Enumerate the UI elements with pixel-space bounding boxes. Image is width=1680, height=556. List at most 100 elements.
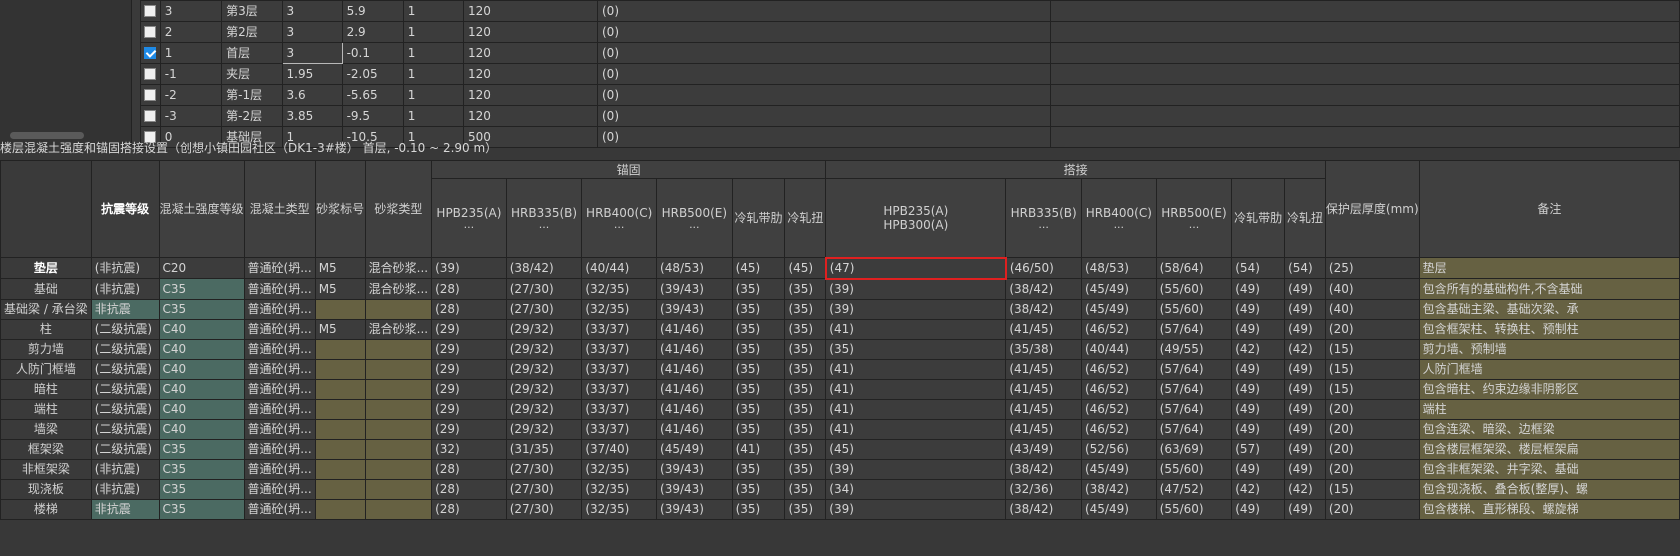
cell-grade[interactable]: C35	[158, 298, 245, 320]
cell-ctype[interactable]: 普通砼(坍...	[243, 358, 316, 380]
cell-a5[interactable]: (35)	[731, 358, 786, 380]
cell-remark[interactable]: 人防门框墙	[1418, 358, 1680, 380]
cell-l6[interactable]: (49)	[1284, 458, 1326, 480]
cell-cover[interactable]: (15)	[1324, 378, 1420, 400]
cell-a6[interactable]: (35)	[784, 298, 827, 320]
cell-a6[interactable]: (35)	[784, 278, 827, 300]
cell-a5[interactable]: (35)	[731, 298, 786, 320]
cell-mtype[interactable]	[364, 358, 433, 380]
cell-remark[interactable]: 包含非框架梁、井字梁、基础	[1418, 458, 1680, 480]
cell-a4[interactable]: (41/46)	[656, 318, 733, 340]
floor-checkbox[interactable]	[144, 89, 157, 101]
cell-l6[interactable]: (49)	[1284, 418, 1326, 440]
cell-a1[interactable]: (29)	[431, 378, 507, 400]
cell-l5[interactable]: (49)	[1231, 278, 1286, 300]
settings-row[interactable]: 现浇板 (非抗震) C35 普通砼(坍... (28) (27/30) (32/35) (39…	[0, 478, 1680, 500]
cell-l3[interactable]: (45/49)	[1080, 278, 1157, 300]
cell-a5[interactable]: (35)	[731, 318, 786, 340]
floor-cell-slab[interactable]: 120	[463, 105, 598, 127]
cell-l3[interactable]: (46/52)	[1080, 398, 1157, 420]
cell-mtype[interactable]: 混合砂浆...	[364, 318, 433, 340]
cell-grade[interactable]: C40	[158, 358, 245, 380]
cell-l4[interactable]: (55/60)	[1155, 278, 1233, 300]
settings-row[interactable]: 垫层 (非抗震) C20 普通砼(坍... M5 混合砂浆... (39) (38/42) (4…	[0, 256, 1680, 280]
cell-remark[interactable]: 包含暗柱、约束边缘非阴影区	[1418, 378, 1680, 400]
col-anchor-hpb235[interactable]: HPB235(A)...	[431, 178, 507, 258]
settings-row[interactable]: 基础梁 / 承台梁 非抗震 C35 普通砼(坍... (28) (27/30) (32/35…	[0, 298, 1680, 320]
cell-l1[interactable]: (39)	[825, 278, 1007, 300]
cell-a1[interactable]: (28)	[431, 278, 507, 300]
cell-remark[interactable]: 包含现浇板、叠合板(整厚)、螺	[1418, 478, 1680, 500]
cell-a3[interactable]: (40/44)	[581, 257, 658, 279]
cell-cover[interactable]: (20)	[1324, 458, 1420, 480]
floor-cell-name[interactable]: 第2层	[221, 21, 283, 43]
cell-l6[interactable]: (49)	[1284, 358, 1326, 380]
cell-mgrade[interactable]	[314, 398, 366, 420]
cell-a3[interactable]: (32/35)	[581, 458, 658, 480]
horizontal-scrollbar[interactable]	[10, 132, 84, 139]
cell-l2[interactable]: (38/42)	[1005, 498, 1082, 520]
cell-l5[interactable]: (49)	[1231, 318, 1286, 340]
floor-cell-code[interactable]: -3	[159, 105, 223, 127]
cell-mtype[interactable]: 混合砂浆...	[364, 257, 433, 279]
cell-l6[interactable]: (54)	[1284, 257, 1326, 279]
floor-cell-count[interactable]: 1	[402, 21, 465, 43]
floor-select-cell[interactable]	[140, 63, 161, 85]
cell-a3[interactable]: (37/40)	[581, 438, 658, 460]
cell-l5[interactable]: (49)	[1231, 378, 1286, 400]
floor-cell-slab[interactable]: 120	[463, 42, 598, 64]
cell-mgrade[interactable]	[314, 498, 366, 520]
cell-a5[interactable]: (35)	[731, 478, 786, 500]
cell-l3[interactable]: (45/49)	[1080, 458, 1157, 480]
cell-a1[interactable]: (28)	[431, 498, 507, 520]
cell-ctype[interactable]: 普通砼(坍...	[243, 318, 316, 340]
cell-a2[interactable]: (31/35)	[505, 438, 583, 460]
cell-mgrade[interactable]	[314, 458, 366, 480]
floor-cell-extra[interactable]: (0)	[596, 63, 1052, 85]
cell-a6[interactable]: (35)	[784, 338, 827, 360]
cell-l1[interactable]: (41)	[825, 378, 1007, 400]
cell-mgrade[interactable]	[314, 438, 366, 460]
cell-seismic[interactable]: (二级抗震)	[90, 318, 160, 340]
settings-row[interactable]: 基础 (非抗震) C35 普通砼(坍... M5 混合砂浆... (28) (27/30) (3…	[0, 278, 1680, 300]
cell-mgrade[interactable]: M5	[314, 278, 366, 300]
cell-a2[interactable]: (27/30)	[505, 478, 583, 500]
settings-row[interactable]: 柱 (二级抗震) C40 普通砼(坍... M5 混合砂浆... (29) (29/32) (3…	[0, 318, 1680, 340]
cell-ctype[interactable]: 普通砼(坍...	[243, 478, 316, 500]
cell-l4[interactable]: (57/64)	[1155, 358, 1233, 380]
cell-l1[interactable]: (35)	[825, 338, 1007, 360]
cell-l2[interactable]: (43/49)	[1005, 438, 1082, 460]
cell-cover[interactable]: (15)	[1324, 358, 1420, 380]
floor-cell-name[interactable]: 首层	[221, 42, 283, 64]
floor-cell-count[interactable]: 1	[402, 63, 465, 85]
cell-seismic[interactable]: (非抗震)	[90, 278, 160, 300]
cell-l4[interactable]: (49/55)	[1155, 338, 1233, 360]
cell-a3[interactable]: (33/37)	[581, 398, 658, 420]
floor-cell-height[interactable]: 3	[281, 21, 343, 43]
floor-cell-elevation[interactable]: 5.9	[341, 0, 404, 22]
floor-cell-height[interactable]: 3	[281, 42, 343, 64]
cell-a3[interactable]: (32/35)	[581, 278, 658, 300]
cell-l6[interactable]: (49)	[1284, 398, 1326, 420]
cell-l6[interactable]: (42)	[1284, 338, 1326, 360]
floor-cell-code[interactable]: 2	[159, 21, 223, 43]
cell-a6[interactable]: (35)	[784, 498, 827, 520]
cell-l4[interactable]: (57/64)	[1155, 398, 1233, 420]
floor-select-cell[interactable]	[140, 105, 161, 127]
cell-cover[interactable]: (40)	[1324, 278, 1420, 300]
cell-l2[interactable]: (41/45)	[1005, 358, 1082, 380]
cell-ctype[interactable]: 普通砼(坍...	[243, 398, 316, 420]
cell-l5[interactable]: (49)	[1231, 418, 1286, 440]
cell-l4[interactable]: (58/64)	[1155, 257, 1233, 279]
cell-l6[interactable]: (49)	[1284, 298, 1326, 320]
cell-ctype[interactable]: 普通砼(坍...	[243, 278, 316, 300]
cell-remark[interactable]: 包含框架柱、转换柱、预制柱	[1418, 318, 1680, 340]
cell-cover[interactable]: (20)	[1324, 418, 1420, 440]
floor-row[interactable]: -2 第-1层 3.6 -5.65 1 120 (0)	[140, 84, 1680, 106]
col-anchor-hrb335[interactable]: HRB335(B)...	[505, 178, 583, 258]
floor-cell-elevation[interactable]: 2.9	[341, 21, 404, 43]
floor-checkbox[interactable]	[144, 110, 157, 122]
cell-l5[interactable]: (57)	[1231, 438, 1286, 460]
cell-seismic[interactable]: 非抗震	[90, 498, 160, 520]
col-mortar-grade[interactable]: 砂浆标号	[314, 160, 366, 258]
